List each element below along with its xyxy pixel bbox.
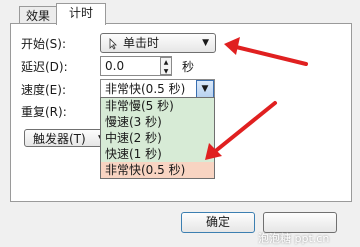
arrowhead-icon <box>224 37 240 55</box>
arrow-to-start-icon <box>230 44 308 66</box>
annotation-arrows <box>205 37 308 160</box>
arrow-to-selected-option-icon <box>211 101 277 155</box>
tab-timing[interactable]: 计时 <box>56 3 106 25</box>
